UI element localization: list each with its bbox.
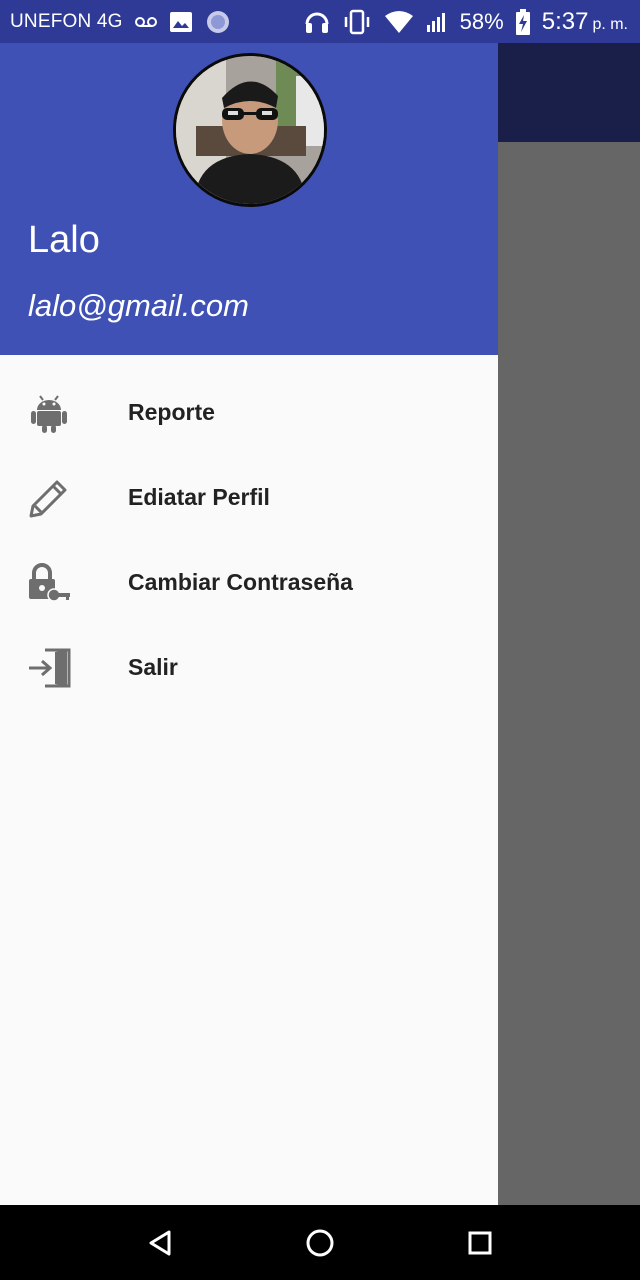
- clock: 5:37 p. m.: [542, 8, 628, 36]
- back-icon[interactable]: [140, 1223, 180, 1263]
- clock-time: 5:37: [541, 7, 589, 35]
- menu-item-editar-perfil[interactable]: Ediatar Perfil: [0, 455, 498, 540]
- drawer-header: Lalo lalo@gmail.com: [0, 43, 498, 355]
- menu-item-salir[interactable]: Salir: [0, 625, 498, 710]
- pencil-icon: [26, 475, 72, 521]
- wifi-icon: [384, 10, 414, 34]
- battery-percent: 58%: [459, 8, 504, 34]
- sync-icon: [205, 9, 231, 35]
- navigation-bar: [0, 1205, 640, 1280]
- android-icon: [26, 390, 72, 436]
- vibrate-icon: [342, 9, 372, 35]
- avatar[interactable]: [173, 53, 327, 207]
- clock-ampm: p. m.: [592, 15, 628, 33]
- menu-item-label: Salir: [128, 654, 178, 680]
- status-bar: UNEFON 4G 58% 5:37 p. m.: [0, 0, 640, 43]
- menu-item-cambiar-contrasena[interactable]: Cambiar Contraseña: [0, 540, 498, 625]
- signal-icon: [426, 11, 448, 33]
- user-email: lalo@gmail.com: [28, 288, 249, 323]
- menu-item-label: Ediatar Perfil: [128, 484, 270, 510]
- voicemail-icon: [134, 16, 157, 28]
- menu-item-label: Reporte: [128, 399, 215, 425]
- drawer-scrim[interactable]: [498, 142, 640, 1205]
- image-icon: [169, 11, 193, 33]
- recents-icon[interactable]: [460, 1223, 500, 1263]
- menu-item-reporte[interactable]: Reporte: [0, 370, 498, 455]
- exit-icon: [26, 645, 72, 691]
- navigation-drawer: Lalo lalo@gmail.com Reporte Ediatar Perf…: [0, 43, 498, 1205]
- drawer-menu: Reporte Ediatar Perfil Cambiar Contraseñ…: [0, 370, 498, 710]
- menu-item-label: Cambiar Contraseña: [128, 569, 353, 595]
- lock-key-icon: [26, 560, 72, 606]
- headphones-icon: [304, 9, 330, 35]
- app-toolbar-background: [498, 43, 640, 142]
- user-name: Lalo: [28, 219, 100, 261]
- home-icon[interactable]: [300, 1223, 340, 1263]
- battery-charging-icon: [515, 8, 530, 35]
- carrier-label: UNEFON 4G: [10, 10, 123, 32]
